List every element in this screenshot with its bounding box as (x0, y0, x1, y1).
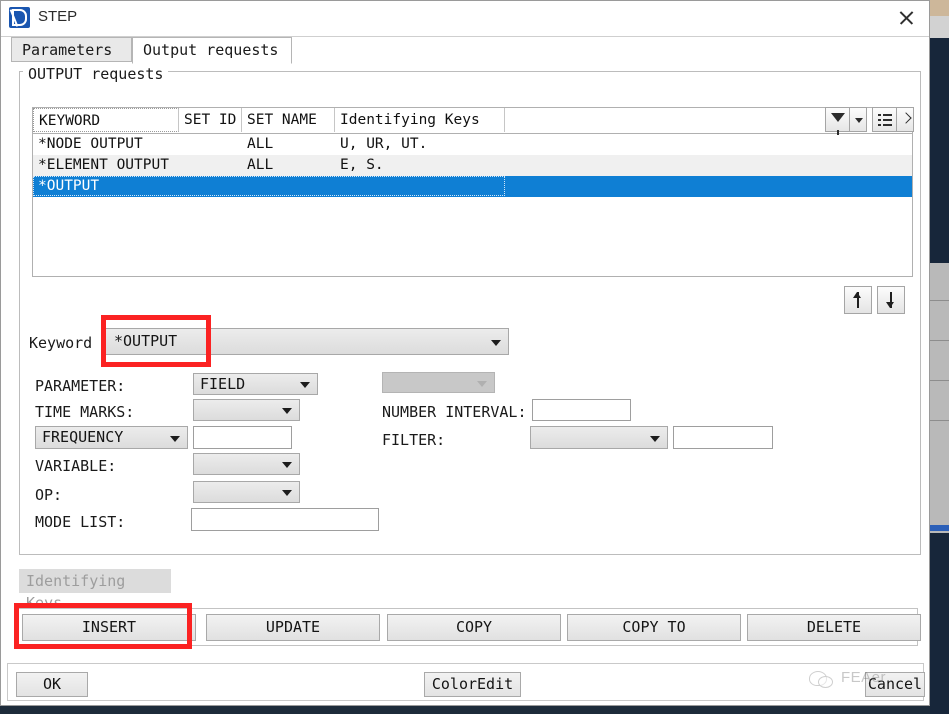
next-button[interactable] (896, 107, 914, 132)
table-row-selected[interactable]: *OUTPUT (33, 176, 912, 197)
variable-combobox[interactable] (193, 453, 300, 475)
tab-output-requests[interactable]: Output requests (132, 37, 292, 64)
update-button[interactable]: UPDATE (206, 614, 380, 641)
background-selection (930, 525, 949, 531)
chevron-down-icon (282, 490, 292, 496)
delete-button[interactable]: DELETE (747, 614, 921, 641)
filter-dropdown-button[interactable] (849, 107, 867, 132)
background-line (930, 300, 949, 301)
background-strip-bottom (930, 533, 949, 714)
cell-identifying-keys: E, S. (340, 157, 384, 173)
background-line (930, 380, 949, 381)
background-strip-panel (930, 263, 949, 533)
chevron-down-icon (477, 380, 487, 387)
frequency-value: FREQUENCY (42, 428, 124, 446)
background-line (930, 420, 949, 421)
keyword-label: Keyword (29, 334, 93, 352)
time-marks-combobox[interactable] (193, 399, 300, 421)
abaqus-d-icon (9, 7, 30, 28)
variable-label: VARIABLE: (35, 457, 117, 475)
column-header-set-id[interactable]: SET ID (179, 108, 242, 132)
column-header-keyword[interactable]: KEYWORD (33, 108, 179, 132)
cell-keyword: *OUTPUT (38, 178, 100, 194)
parameter-combobox[interactable]: FIELD (193, 373, 318, 395)
screen: STEP Parameters Output requests OUTPUT r… (0, 0, 949, 714)
parameter-label: PARAMETER: (35, 377, 126, 395)
action-buttons-bar: INSERT UPDATE COPY COPY TO DELETE (15, 608, 921, 646)
footer-bar: OK ColorEdit Cancel (7, 663, 925, 701)
cell-identifying-keys: U, UR, UT. (340, 136, 428, 152)
close-icon[interactable] (883, 1, 929, 35)
table-toolbar (825, 107, 914, 135)
cancel-button[interactable]: Cancel (865, 672, 925, 697)
identifying-keys-button[interactable]: Identifying Keys (19, 569, 171, 612)
op-combobox[interactable] (193, 481, 300, 503)
cell-set-name: ALL (247, 136, 274, 152)
cell-keyword: *NODE OUTPUT (38, 136, 143, 152)
mode-list-label: MODE LIST: (35, 513, 126, 531)
table-row[interactable]: *ELEMENT OUTPUT ALL E, S. (33, 155, 912, 176)
cell-identifying-keys (335, 176, 510, 197)
output-requests-table[interactable]: KEYWORD SET ID SET NAME Identifying Keys… (32, 107, 913, 277)
extra-combobox-disabled (382, 372, 495, 393)
chevron-down-icon (282, 408, 292, 414)
groupbox-title: OUTPUT requests (23, 65, 169, 83)
parameter-value: FIELD (200, 375, 246, 393)
background-line (930, 340, 949, 341)
frequency-input[interactable] (193, 426, 292, 449)
tab-parameters[interactable]: Parameters (11, 37, 132, 62)
cell-set-id (179, 155, 247, 176)
arrow-up-head (853, 292, 861, 298)
cell-set-name: ALL (247, 157, 274, 173)
chevron-right-icon (900, 112, 912, 124)
insert-button[interactable]: INSERT (22, 614, 196, 641)
cell-set-id (179, 134, 247, 155)
cell-set-id (179, 176, 247, 197)
step-dialog-window: STEP Parameters Output requests OUTPUT r… (0, 0, 930, 706)
keyword-value: *OUTPUT (114, 332, 178, 350)
column-header-identifying-keys[interactable]: Identifying Keys (335, 108, 505, 132)
window-title: STEP (38, 8, 78, 25)
chevron-down-icon (491, 339, 501, 346)
table-header-row: KEYWORD SET ID SET NAME Identifying Keys (33, 108, 912, 134)
copy-to-button[interactable]: COPY TO (567, 614, 741, 641)
filter-combobox[interactable] (530, 426, 668, 449)
chevron-down-icon (855, 118, 863, 123)
column-header-set-name[interactable]: SET NAME (242, 108, 335, 132)
frequency-combobox[interactable]: FREQUENCY (35, 426, 188, 449)
number-interval-label: NUMBER INTERVAL: (382, 403, 527, 421)
move-up-button[interactable] (844, 286, 872, 314)
move-down-button[interactable] (877, 286, 905, 314)
ok-button[interactable]: OK (16, 672, 88, 697)
filter-input[interactable] (673, 426, 773, 449)
chevron-down-icon (170, 435, 180, 442)
background-strip-grey (930, 16, 949, 38)
chevron-down-icon (282, 462, 292, 468)
copy-button[interactable]: COPY (387, 614, 561, 641)
arrow-down-head (886, 302, 894, 308)
mode-list-input[interactable] (191, 508, 379, 531)
column-list-icon (878, 114, 892, 126)
filter-button[interactable] (825, 107, 850, 135)
background-strip-tan (930, 0, 949, 16)
table-row[interactable]: *NODE OUTPUT ALL U, UR, UT. (33, 134, 912, 155)
filter-label: FILTER: (382, 431, 446, 449)
filter-funnel-icon (831, 113, 845, 135)
chevron-down-icon (650, 435, 660, 442)
background-strip-dark (930, 38, 949, 263)
desktop-background (930, 0, 949, 714)
number-interval-input[interactable] (532, 399, 631, 421)
cell-set-name (242, 176, 340, 197)
columns-button[interactable] (872, 107, 897, 132)
tabstrip: Parameters Output requests (1, 37, 929, 64)
coloredit-button[interactable]: ColorEdit (424, 672, 521, 697)
keyword-combobox[interactable]: *OUTPUT (105, 328, 509, 355)
time-marks-label: TIME MARKS: (35, 403, 135, 421)
op-label: OP: (35, 486, 63, 504)
chevron-down-icon (300, 382, 310, 388)
titlebar: STEP (1, 1, 929, 37)
cell-keyword: *ELEMENT OUTPUT (38, 157, 169, 173)
